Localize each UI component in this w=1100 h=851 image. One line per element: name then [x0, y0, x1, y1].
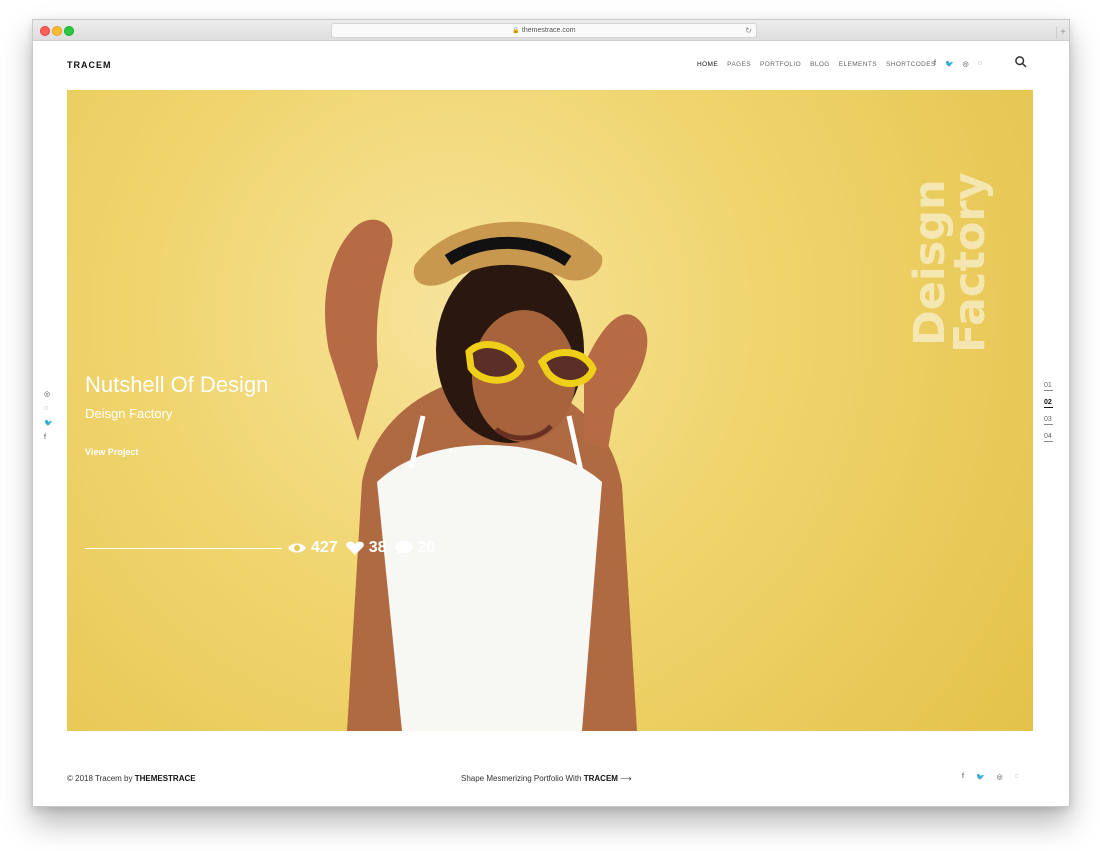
views-stat: 427 [287, 539, 338, 557]
nav-shortcodes[interactable]: SHORTCODES [886, 61, 936, 68]
slide-page-02[interactable]: 02 [1044, 399, 1053, 408]
site-footer: © 2018 Tracem by THEMESTRACE Shape Mesme… [33, 768, 1069, 788]
heart-icon [345, 541, 364, 555]
url-text: themestrace.com [521, 27, 576, 34]
lock-icon: 🔒 [512, 28, 520, 34]
hero-title: Nutshell Of Design [85, 372, 269, 397]
search-icon[interactable] [1014, 55, 1028, 69]
comments-count: 20 [417, 539, 436, 556]
left-social-links: ◎ ◌ 🐦 f [44, 390, 53, 441]
twitter-icon[interactable]: 🐦 [976, 773, 985, 781]
twitter-icon[interactable]: 🐦 [44, 419, 53, 427]
eye-icon [288, 543, 306, 553]
nav-blog[interactable]: BLOG [810, 61, 830, 68]
nav-elements[interactable]: ELEMENTS [839, 61, 877, 68]
nav-portfolio[interactable]: PORTFOLIO [760, 61, 801, 68]
site-logo[interactable]: TRACEM [67, 60, 112, 70]
facebook-icon[interactable]: f [44, 434, 53, 441]
dribbble-icon[interactable]: ◌ [44, 405, 53, 412]
footer-social-links: f 🐦 ◎ ◌ [962, 773, 1019, 781]
instagram-icon[interactable]: ◎ [997, 773, 1003, 781]
dribbble-icon[interactable]: ◌ [978, 60, 982, 68]
likes-stat[interactable]: 38 [345, 539, 387, 557]
view-project-link[interactable]: View Project [85, 447, 138, 457]
comments-stat[interactable]: 20 [394, 539, 436, 557]
twitter-icon[interactable]: 🐦 [945, 60, 954, 68]
facebook-icon[interactable]: f [934, 60, 936, 68]
address-bar[interactable]: 🔒 themestrace.com ↻ [331, 23, 757, 38]
slide-page-03[interactable]: 03 [1044, 416, 1053, 425]
facebook-icon[interactable]: f [962, 773, 964, 781]
slide-pagination: 01 02 03 04 [1044, 382, 1053, 442]
nav-pages[interactable]: PAGES [727, 61, 751, 68]
instagram-icon[interactable]: ◎ [963, 60, 969, 68]
main-navigation: HOME PAGES PORTFOLIO BLOG ELEMENTS SHORT… [697, 61, 936, 68]
close-window-button[interactable] [40, 26, 50, 36]
reload-icon[interactable]: ↻ [745, 24, 752, 37]
browser-window: 🔒 themestrace.com ↻ + TRACEM HOME PAGES P… [32, 19, 1070, 807]
slide-page-04[interactable]: 04 [1044, 433, 1053, 442]
tagline-text: Shape Mesmerizing Portfolio With [461, 774, 584, 783]
nav-home[interactable]: HOME [697, 61, 718, 68]
copyright-brand[interactable]: THEMESTRACE [135, 774, 196, 783]
header-social-links: f 🐦 ◎ ◌ [934, 60, 982, 68]
new-tab-button[interactable]: + [1056, 27, 1069, 39]
arrow-right-icon: ⟶ [620, 774, 632, 783]
hero-vertical-brand: Deisgn Factory [905, 172, 995, 354]
hero-portrait-image [325, 219, 648, 731]
site-header: TRACEM HOME PAGES PORTFOLIO BLOG ELEMENT… [33, 40, 1069, 90]
dribbble-icon[interactable]: ◌ [1015, 773, 1019, 781]
copyright-label: © 2018 Tracem by [67, 774, 135, 783]
views-count: 427 [311, 539, 338, 556]
slide-page-01[interactable]: 01 [1044, 382, 1053, 391]
tagline-brand: TRACEM [583, 774, 618, 783]
footer-tagline-link[interactable]: Shape Mesmerizing Portfolio With TRACEM … [461, 774, 632, 783]
minimize-window-button[interactable] [52, 26, 62, 36]
browser-chrome: 🔒 themestrace.com ↻ + [33, 20, 1069, 41]
hero-slider: Deisgn Factory Nutshell Of Design Deisgn… [67, 90, 1033, 731]
maximize-window-button[interactable] [64, 26, 74, 36]
instagram-icon[interactable]: ◎ [44, 390, 53, 398]
copyright-text: © 2018 Tracem by THEMESTRACE [67, 774, 196, 783]
stats-divider [85, 548, 282, 549]
post-stats: 427 38 20 [287, 539, 435, 557]
comment-icon [394, 541, 413, 555]
hero-subtitle: Deisgn Factory [85, 406, 173, 421]
likes-count: 38 [368, 539, 387, 556]
